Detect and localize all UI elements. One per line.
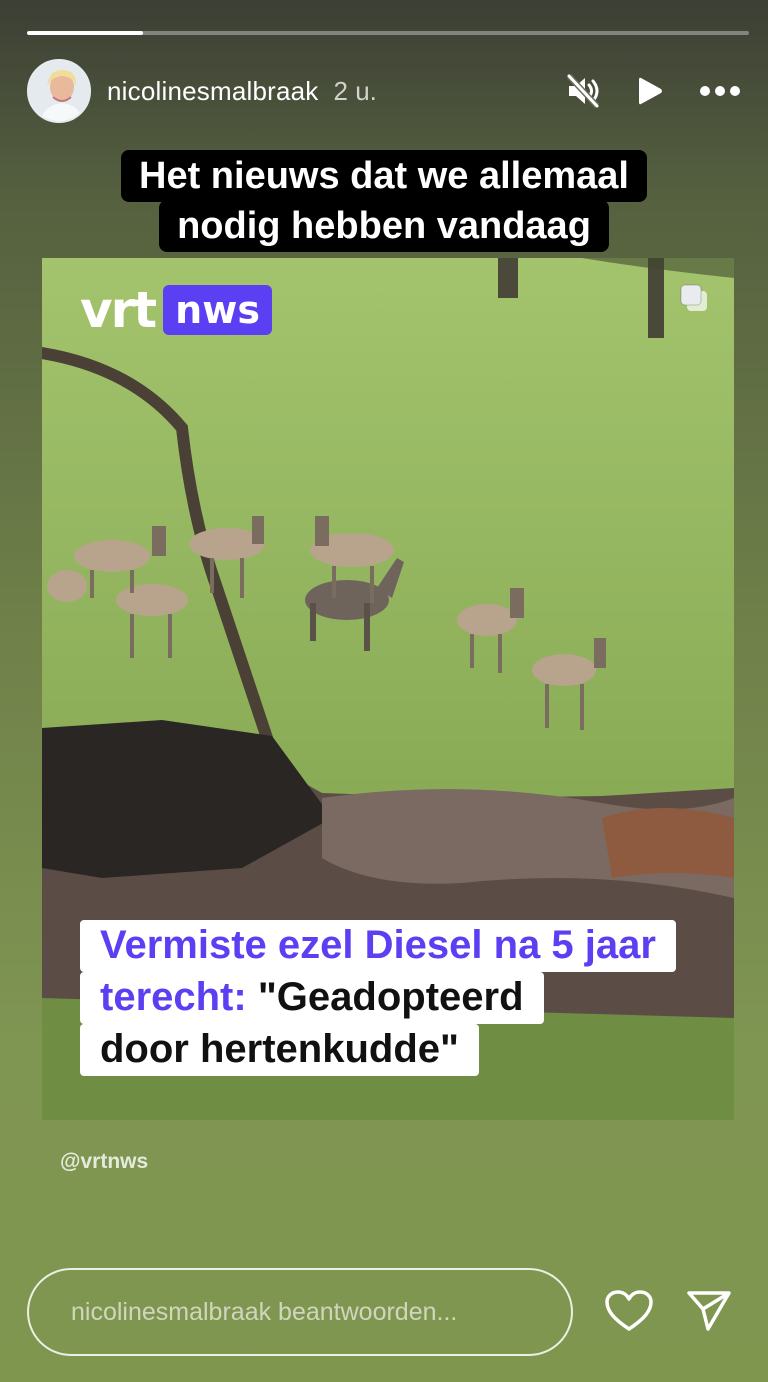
- headline-row-3: door hertenkudde": [80, 1024, 479, 1076]
- more-icon[interactable]: [699, 85, 741, 97]
- headline-text-3: door hertenkudde": [100, 1027, 459, 1071]
- headline-row-1: Vermiste ezel Diesel na 5 jaar: [80, 920, 676, 972]
- shared-video-post[interactable]: vrt nws Vermiste ezel Diesel na 5 jaar t…: [42, 258, 734, 1120]
- username[interactable]: nicolinesmalbraak: [107, 76, 319, 107]
- vrt-nws-logo: vrt nws: [80, 285, 272, 335]
- headline-text-1: Vermiste ezel Diesel na 5 jaar: [100, 923, 656, 967]
- headline-text-2a: terecht:: [100, 975, 247, 1019]
- logo-vrt-text: vrt: [80, 281, 157, 339]
- logo-nws-pill: nws: [163, 285, 272, 335]
- headline-text-2b: "Geadopteerd: [246, 975, 524, 1019]
- volume-muted-icon[interactable]: [565, 73, 601, 109]
- story-progress-bar: [27, 31, 749, 35]
- story-progress-fill: [27, 31, 143, 35]
- heart-icon[interactable]: [604, 1289, 654, 1338]
- post-time: 2 u.: [333, 75, 377, 106]
- play-icon[interactable]: [635, 75, 665, 107]
- story-caption: Het nieuws dat we allemaal nodig hebben …: [0, 150, 768, 252]
- headline-row-2: terecht: "Geadopteerd: [80, 972, 544, 1024]
- send-icon[interactable]: [686, 1289, 732, 1338]
- multiple-media-icon: [678, 282, 710, 319]
- news-headline: Vermiste ezel Diesel na 5 jaar terecht: …: [80, 920, 676, 1076]
- avatar-image: [29, 61, 89, 121]
- reply-input[interactable]: [27, 1268, 573, 1356]
- story-header: nicolinesmalbraak 2 u.: [27, 58, 741, 124]
- caption-line-2: nodig hebben vandaag: [159, 200, 609, 252]
- caption-line-1: Het nieuws dat we allemaal: [121, 150, 647, 202]
- source-credit-link[interactable]: @vrtnws: [60, 1150, 148, 1174]
- avatar[interactable]: [27, 59, 91, 123]
